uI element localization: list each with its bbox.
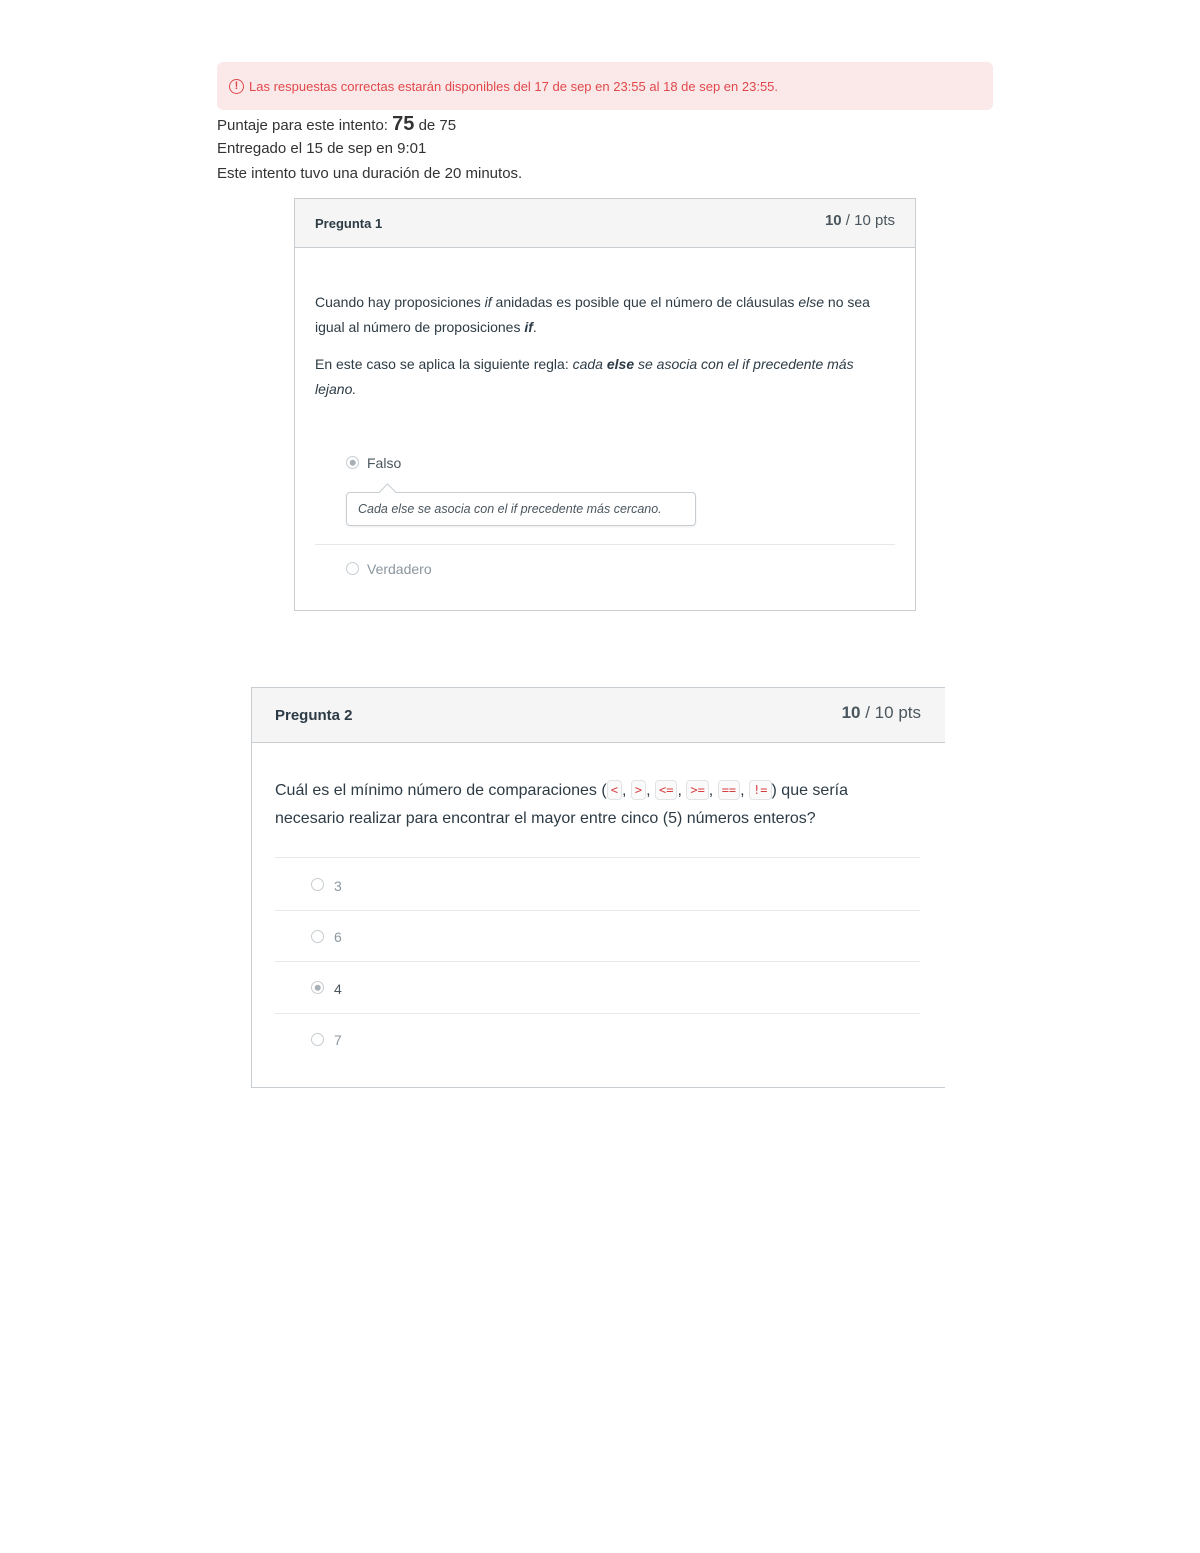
answer-radio-6[interactable] [311,930,324,943]
question-1-card: Pregunta 1 10 / 10 pts Cuando hay propos… [294,198,916,611]
question-2-header: Pregunta 2 10 / 10 pts [252,688,945,743]
answer-feedback-tooltip: Cada else se asocia con el if precedente… [346,492,696,526]
question-1-paragraph-2: En este caso se aplica la siguiente regl… [315,356,854,397]
question-1-title: Pregunta 1 [315,216,383,231]
exclamation-circle-icon: ! [229,78,244,94]
answer-radio-7[interactable] [311,1033,324,1046]
answer-radio-verdadero[interactable] [346,562,359,575]
operator-gt: > [630,780,647,800]
question-1-points: 10 / 10 pts [825,212,895,229]
answer-label-falso[interactable]: Falso [367,455,401,471]
operator-le: <= [654,780,678,800]
answer-divider [275,910,920,911]
question-2-card: Pregunta 2 10 / 10 pts Cuál es el mínimo… [251,687,945,1088]
answer-radio-4[interactable] [311,981,324,994]
score-separator: de [418,117,436,134]
operator-eq: == [717,780,741,800]
question-2-points: 10 / 10 pts [842,703,921,723]
answer-divider [275,1013,920,1014]
score-line: Puntaje para este intento: 75 de 75 [217,114,456,134]
submitted-line: Entregado el 15 de sep en 9:01 [217,140,427,157]
answer-divider [315,544,895,545]
answer-radio-3[interactable] [311,878,324,891]
answer-label-7[interactable]: 7 [334,1032,342,1048]
question-1-paragraph-1: Cuando hay proposiciones if anidadas es … [315,294,870,335]
alert-text: Las respuestas correctas estarán disponi… [249,78,779,94]
answer-label-verdadero[interactable]: Verdadero [367,561,432,577]
question-2-points-total: / 10 pts [865,703,921,722]
answer-divider [275,961,920,962]
operator-ne: != [749,780,772,800]
score-label: Puntaje para este intento: [217,117,388,134]
question-2-title: Pregunta 2 [275,707,353,724]
question-2-text: Cuál es el mínimo número de comparacione… [275,777,915,833]
question-1-header: Pregunta 1 10 / 10 pts [295,199,915,248]
duration-line: Este intento tuvo una duración de 20 min… [217,165,523,182]
answer-label-4[interactable]: 4 [334,981,342,997]
operator-ge: >= [686,780,709,800]
score-total: 75 [439,117,457,134]
question-2-paragraph: Cuál es el mínimo número de comparacione… [275,780,848,827]
answer-radio-falso[interactable] [346,456,359,469]
answer-label-6[interactable]: 6 [334,929,342,945]
operator-lt: < [606,780,622,800]
question-1-points-earned: 10 [824,212,842,229]
question-2-points-earned: 10 [841,703,861,722]
answer-label-3[interactable]: 3 [334,878,342,894]
question-1-points-total: / 10 pts [845,212,895,229]
question-1-text: Cuando hay proposiciones if anidadas es … [315,290,895,402]
answer-divider [275,857,920,858]
alert-banner: ! Las respuestas correctas estarán dispo… [217,62,993,110]
score-value: 75 [392,113,415,135]
